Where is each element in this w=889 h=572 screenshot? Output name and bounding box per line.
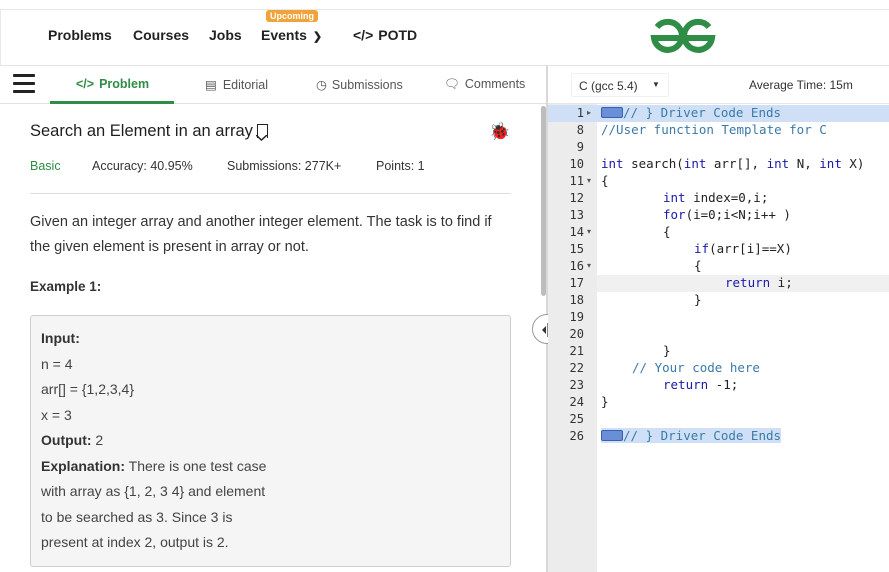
code-line: } bbox=[694, 292, 702, 307]
comment-icon: 🗨 bbox=[444, 77, 460, 91]
line-number: 21 bbox=[569, 344, 584, 358]
example-explanation-line-4: present at index 2, output is 2. bbox=[41, 534, 229, 550]
language-select[interactable]: C (gcc 5.4) ▼ bbox=[571, 73, 669, 97]
code-line: } bbox=[601, 394, 609, 409]
tab-editorial[interactable]: ▤ Editorial bbox=[205, 77, 268, 92]
nav-problems[interactable]: Problems bbox=[48, 27, 112, 43]
points-stat: Points: 1 bbox=[376, 159, 425, 173]
code-line: } bbox=[663, 343, 671, 358]
code-line: { bbox=[601, 173, 609, 188]
bookmark-icon[interactable] bbox=[256, 124, 268, 141]
language-select-value: C (gcc 5.4) bbox=[579, 79, 638, 93]
example-heading: Example 1: bbox=[30, 279, 102, 294]
code-line: if(arr[i]==X) bbox=[694, 241, 792, 256]
example-explanation-line-1: Explanation: There is one test case bbox=[41, 458, 267, 474]
clock-icon: ◷ bbox=[316, 78, 327, 92]
line-number: 11 bbox=[569, 174, 584, 188]
tab-submissions[interactable]: ◷ Submissions bbox=[316, 77, 403, 92]
line-number: 25 bbox=[569, 412, 584, 426]
tab-comments-label: Comments bbox=[464, 77, 526, 91]
difficulty-label: Basic bbox=[30, 159, 61, 173]
nav-events[interactable]: Events ❯ bbox=[261, 27, 322, 43]
problem-description: Given an integer array and another integ… bbox=[30, 214, 492, 255]
example-input-x: x = 3 bbox=[41, 407, 72, 423]
tab-submissions-label: Submissions bbox=[331, 78, 403, 92]
nav-jobs[interactable]: Jobs bbox=[209, 27, 242, 43]
code-line: return i; bbox=[725, 275, 793, 290]
code-line: { bbox=[663, 224, 671, 239]
active-tab-indicator bbox=[50, 101, 174, 104]
line-number: 1 bbox=[576, 106, 584, 120]
code-line: int index=0,i; bbox=[663, 190, 769, 205]
accuracy-stat: Accuracy: 40.95% bbox=[92, 159, 193, 173]
problem-title-text: Search an Element in an array bbox=[30, 122, 253, 140]
code-line: return -1; bbox=[663, 377, 739, 392]
menu-icon[interactable] bbox=[13, 74, 35, 93]
divider bbox=[30, 193, 511, 194]
example-explanation-line-2: with array as {1, 2, 3 4} and element bbox=[41, 483, 266, 499]
code-editor[interactable] bbox=[597, 104, 889, 572]
line-number: 23 bbox=[569, 378, 584, 392]
example-explanation-line-3: to be searched as 3. Since 3 is bbox=[41, 509, 233, 525]
line-number: 15 bbox=[569, 242, 584, 256]
example-input-n: n = 4 bbox=[41, 356, 73, 372]
code-icon: </> bbox=[76, 77, 95, 91]
code-line: // } Driver Code Ends bbox=[601, 428, 782, 443]
upcoming-badge: Upcoming bbox=[266, 10, 318, 22]
nav-potd[interactable]: </> POTD bbox=[353, 27, 417, 43]
code-line: for(i=0;i<N;i++ ) bbox=[663, 207, 791, 222]
line-number: 18 bbox=[569, 293, 584, 307]
example-output: Output: 2 bbox=[41, 432, 104, 448]
line-number: 19 bbox=[569, 310, 584, 324]
tab-editorial-label: Editorial bbox=[222, 78, 268, 92]
example-input-arr: arr[] = {1,2,3,4} bbox=[41, 381, 135, 397]
line-number: 20 bbox=[569, 327, 584, 341]
fold-expand-icon[interactable]: ▸ bbox=[587, 108, 591, 117]
line-number: 16 bbox=[569, 259, 584, 273]
nav-events-label: Events bbox=[261, 27, 307, 43]
nav-potd-label: POTD bbox=[378, 27, 418, 43]
example-input-label: Input: bbox=[41, 330, 80, 346]
submissions-stat: Submissions: 277K+ bbox=[227, 159, 342, 173]
code-icon: </> bbox=[353, 27, 374, 43]
line-number: 9 bbox=[576, 140, 584, 154]
tab-problem-label: Problem bbox=[99, 77, 150, 91]
code-line: // Your code here bbox=[632, 360, 760, 375]
line-number: 13 bbox=[569, 208, 584, 222]
average-time: Average Time: 15m bbox=[749, 78, 853, 92]
dropdown-caret-icon: ▼ bbox=[652, 80, 660, 89]
nav-courses[interactable]: Courses bbox=[133, 27, 189, 43]
line-number: 24 bbox=[569, 395, 584, 409]
fold-collapse-icon[interactable]: ▾ bbox=[587, 227, 591, 236]
code-line: //User function Template for C bbox=[601, 122, 827, 137]
line-number: 14 bbox=[569, 225, 584, 239]
example-output-value: 2 bbox=[95, 432, 104, 448]
code-line: // } Driver Code Ends bbox=[601, 105, 781, 120]
line-number: 22 bbox=[569, 361, 584, 375]
line-number: 10 bbox=[569, 157, 584, 171]
problem-title: Search an Element in an array bbox=[30, 122, 268, 141]
fold-collapse-icon[interactable]: ▾ bbox=[587, 176, 591, 185]
line-number: 8 bbox=[576, 123, 584, 137]
tab-problem[interactable]: </> Problem bbox=[76, 77, 149, 91]
gfg-logo[interactable] bbox=[648, 18, 718, 59]
report-bug-icon[interactable]: 🐞 bbox=[489, 122, 510, 142]
line-number: 26 bbox=[569, 429, 584, 443]
code-line: { bbox=[694, 258, 702, 273]
tab-comments[interactable]: 🗨 Comments bbox=[444, 77, 525, 92]
folded-code-marker-icon[interactable] bbox=[601, 430, 623, 441]
line-number: 17 bbox=[569, 276, 584, 290]
folded-code-marker-icon[interactable] bbox=[601, 107, 623, 118]
fold-collapse-icon[interactable]: ▾ bbox=[587, 261, 591, 270]
chevron-down-icon: ❯ bbox=[312, 31, 323, 43]
code-line: int search(int arr[], int N, int X) bbox=[601, 156, 865, 171]
document-icon: ▤ bbox=[205, 78, 217, 92]
line-number: 12 bbox=[569, 191, 584, 205]
